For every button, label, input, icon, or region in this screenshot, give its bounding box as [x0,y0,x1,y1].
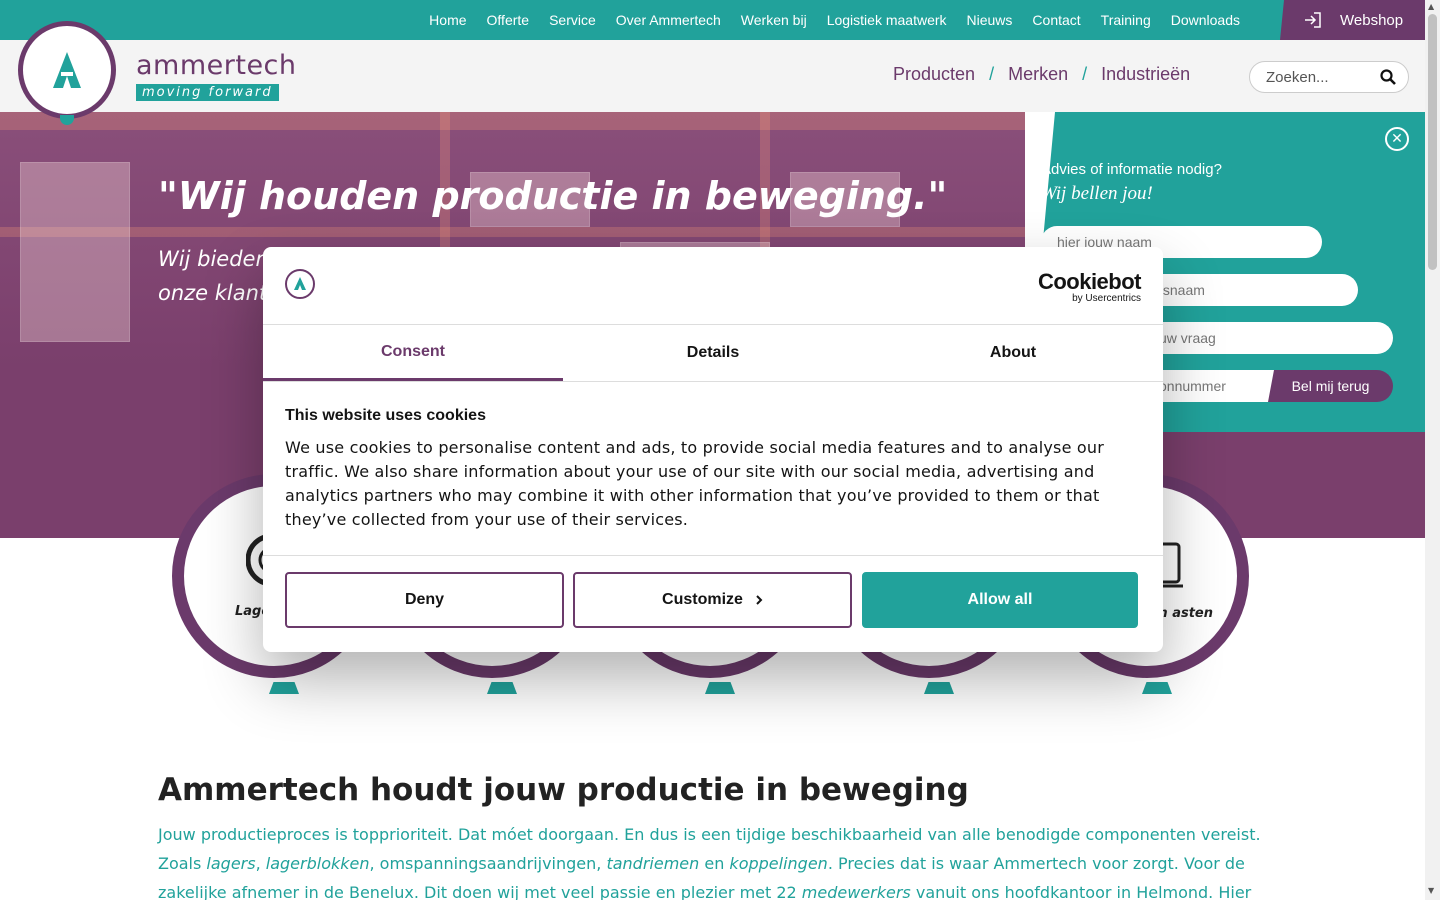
customize-label: Customize [662,591,743,608]
circle-accent [705,682,735,694]
warehouse-shelf [0,112,1025,130]
cookie-title: This website uses cookies [285,407,486,424]
mainnav-merken[interactable]: Merken [1008,64,1068,85]
tab-consent[interactable]: Consent [263,325,563,381]
topnav-service[interactable]: Service [549,12,596,28]
scroll-down-icon[interactable]: ▼ [1428,886,1434,895]
intro-text: , omspanningsaandrijvingen, [369,854,607,873]
customize-button[interactable]: Customize [573,572,852,628]
topnav-training[interactable]: Training [1101,12,1151,28]
webshop-button[interactable]: Webshop [1280,0,1425,40]
circle-accent [487,682,517,694]
allow-all-button[interactable]: Allow all [862,572,1138,628]
logo-name: ammertech [136,50,297,81]
topnav-over-ammertech[interactable]: Over Ammertech [616,12,721,28]
scroll-thumb[interactable] [1428,14,1437,270]
search-input[interactable]: Zoeken... [1249,61,1409,93]
warehouse-box [20,162,130,342]
warehouse-shelf [0,227,1025,237]
cookie-consent-dialog: Cookiebot by Usercentrics Consent Detail… [263,247,1163,652]
mainnav-industrieen[interactable]: Industrieën [1101,64,1190,85]
link-lagers[interactable]: lagers [206,854,255,873]
intro-text: , [255,854,266,873]
deny-button[interactable]: Deny [285,572,564,628]
search-icon[interactable] [1380,69,1396,85]
topnav-logistiek-maatwerk[interactable]: Logistiek maatwerk [827,12,947,28]
tab-details[interactable]: Details [563,325,863,381]
search-placeholder: Zoeken... [1266,68,1329,86]
hero-quote: "Wij houden productie in beweging." [158,174,948,218]
scrollbar[interactable]: ▲ ▼ [1425,0,1440,900]
login-icon [1305,12,1321,28]
link-medewerkers[interactable]: medewerkers [802,883,911,900]
call-me-back-button[interactable]: Bel mij terug [1268,370,1393,402]
webshop-label: Webshop [1340,11,1404,29]
link-lagerblokken[interactable]: lagerblokken [266,854,370,873]
cookiebot-logo[interactable]: Cookiebot by Usercentrics [1037,269,1142,304]
topnav-home[interactable]: Home [429,12,466,28]
top-navigation: Home Offerte Service Over Ammertech Werk… [429,0,1240,40]
circle-accent [269,682,299,694]
circle-accent [924,682,954,694]
callback-question: Advies of informatie nodig? [1041,161,1222,178]
topnav-contact[interactable]: Contact [1032,12,1080,28]
intro-paragraph: Jouw productieproces is topprioriteit. D… [158,820,1268,900]
link-tandriemen[interactable]: tandriemen [606,854,699,873]
topnav-nieuws[interactable]: Nieuws [967,12,1013,28]
nav-separator: / [1082,64,1088,84]
page-heading: Ammertech houdt jouw productie in bewegi… [158,772,969,808]
main-navigation: Producten / Merken / Industrieën [893,64,1190,85]
topnav-downloads[interactable]: Downloads [1171,12,1240,28]
mainnav-producten[interactable]: Producten [893,64,975,85]
cookie-text: We use cookies to personalise content an… [285,438,1105,529]
cookie-tabs: Consent Details About [263,324,1163,382]
logo-tagline: moving forward [136,84,279,101]
nav-separator: / [989,64,995,84]
cookiebot-brand: Cookiebot [1037,269,1142,294]
link-koppelingen[interactable]: koppelingen [729,854,827,873]
topnav-offerte[interactable]: Offerte [487,12,530,28]
callback-subtitle: Wij bellen jou! [1041,183,1153,204]
tab-about[interactable]: About [863,325,1163,381]
chevron-right-icon [756,595,763,605]
site-logo-icon [285,269,315,299]
topnav-werken-bij[interactable]: Werken bij [741,12,807,28]
scroll-up-icon[interactable]: ▲ [1428,2,1434,11]
intro-text: en [699,854,730,873]
circle-accent [1142,682,1172,694]
logo-text[interactable]: ammertech moving forward [136,50,297,101]
logo[interactable] [18,21,116,119]
close-icon[interactable]: ✕ [1385,127,1409,151]
logo-mark-icon [53,52,81,88]
cookie-footer: Deny Customize Allow all [263,555,1163,652]
